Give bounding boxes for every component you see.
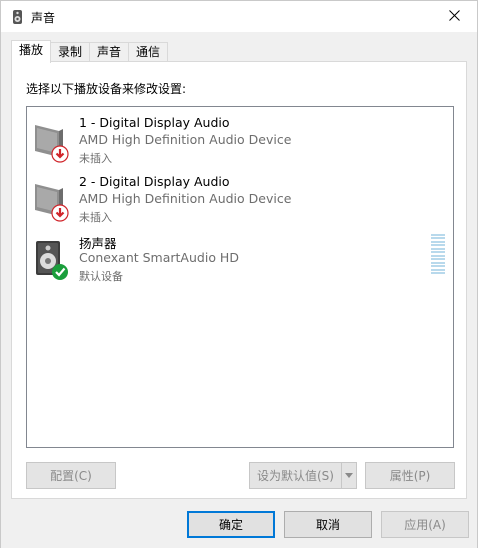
- tab-communications[interactable]: 通信: [128, 42, 169, 63]
- playback-panel: 选择以下播放设备来修改设置: 1 - Digital Display Audio: [11, 61, 467, 499]
- device-name: 1 - Digital Display Audio: [79, 115, 230, 130]
- configure-button[interactable]: 配置(C): [26, 462, 116, 489]
- close-button[interactable]: [431, 1, 477, 32]
- device-list[interactable]: 1 - Digital Display Audio AMD High Defin…: [26, 106, 454, 448]
- device-status: 未插入: [79, 152, 112, 165]
- dialog-body: 播放 录制 声音 通信 选择以下播放设备来修改设置: 1 - Digital D…: [1, 32, 477, 548]
- volume-meter: [431, 234, 445, 274]
- apply-button[interactable]: 应用(A): [381, 511, 469, 538]
- device-item[interactable]: 2 - Digital Display Audio AMD High Defin…: [28, 172, 452, 230]
- device-status: 默认设备: [79, 270, 123, 283]
- monitor-unplugged-icon: [33, 178, 73, 222]
- chevron-down-icon[interactable]: [341, 463, 356, 488]
- close-icon: [448, 9, 460, 24]
- device-description: AMD High Definition Audio Device: [79, 191, 292, 206]
- set-default-label: 设为默认值(S): [257, 469, 334, 483]
- device-name: 2 - Digital Display Audio: [79, 174, 230, 189]
- ok-button[interactable]: 确定: [187, 511, 275, 538]
- device-item[interactable]: 1 - Digital Display Audio AMD High Defin…: [28, 113, 452, 171]
- sound-dialog: 声音 播放 录制 声音 通信 选择以下播放设备来修改设置: 1 - Digita…: [0, 0, 478, 548]
- tab-recording[interactable]: 录制: [50, 42, 91, 63]
- device-status: 未插入: [79, 211, 112, 224]
- device-item[interactable]: 扬声器 Conexant SmartAudio HD 默认设备: [28, 231, 452, 289]
- tab-playback[interactable]: 播放: [11, 40, 52, 63]
- title-bar: 声音: [1, 1, 477, 32]
- device-description: AMD High Definition Audio Device: [79, 132, 292, 147]
- speaker-icon: [10, 9, 26, 25]
- instruction-text: 选择以下播放设备来修改设置:: [26, 82, 187, 96]
- device-description: Conexant SmartAudio HD: [79, 250, 239, 265]
- set-default-button[interactable]: 设为默认值(S): [249, 462, 357, 489]
- tab-strip: 播放 录制 声音 通信: [11, 40, 169, 63]
- window-title: 声音: [31, 11, 56, 25]
- tab-sounds[interactable]: 声音: [89, 42, 130, 63]
- properties-button[interactable]: 属性(P): [365, 462, 455, 489]
- speaker-default-icon: [33, 237, 73, 281]
- cancel-button[interactable]: 取消: [284, 511, 372, 538]
- monitor-unplugged-icon: [33, 119, 73, 163]
